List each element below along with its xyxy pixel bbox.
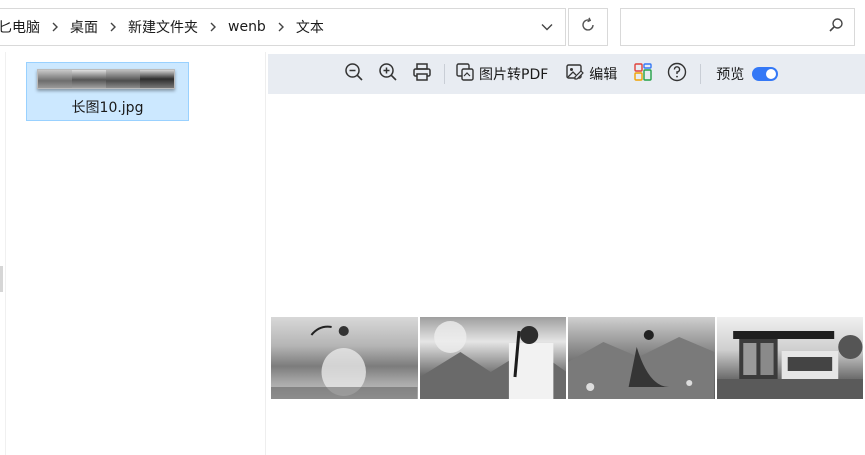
edit-button[interactable]: 编辑 (565, 60, 617, 88)
search-input[interactable] (627, 15, 817, 39)
chevron-right-icon[interactable] (107, 21, 119, 33)
help-icon (667, 62, 687, 86)
toolbar-divider (700, 64, 702, 84)
image-to-pdf-label: 图片转PDF (479, 67, 549, 83)
chevron-right-icon[interactable] (275, 21, 287, 33)
breadcrumb-item-new-folder[interactable]: 新建文件夹 (124, 17, 202, 37)
breadcrumb-item-this-pc[interactable]: 匕电脑 (0, 17, 44, 37)
help-button[interactable] (667, 60, 687, 88)
printer-icon (412, 62, 432, 86)
breadcrumb-item-wenb[interactable]: wenb (224, 19, 270, 35)
search-box[interactable] (620, 8, 855, 46)
file-item[interactable]: 长图10.jpg (26, 62, 189, 121)
file-thumbnail (37, 69, 175, 89)
preview-pane: 图片转PDF 编辑 预览 (268, 54, 865, 455)
preview-toggle[interactable]: 预览 (716, 60, 779, 88)
image-to-pdf-button[interactable]: 图片转PDF (455, 60, 548, 88)
file-name: 长图10.jpg (71, 100, 144, 116)
zoom-out-icon (344, 62, 364, 86)
apps-button[interactable] (633, 60, 653, 88)
preview-toolbar: 图片转PDF 编辑 预览 (268, 54, 865, 94)
chevron-down-icon (541, 20, 553, 35)
chevron-right-icon[interactable] (49, 21, 61, 33)
preview-image-panel (419, 317, 566, 399)
preview-label: 预览 (716, 67, 745, 83)
image-to-pdf-icon (455, 62, 475, 86)
preview-image-panel (568, 317, 715, 399)
chevron-right-icon[interactable] (207, 21, 219, 33)
address-dropdown-button[interactable] (529, 9, 565, 45)
toolbar-divider (444, 64, 445, 84)
scrollbar-handle[interactable] (0, 266, 3, 292)
preview-image-panel (716, 317, 863, 399)
image-preview (271, 317, 863, 399)
preview-image-panel (271, 317, 418, 399)
zoom-out-button[interactable] (344, 60, 364, 88)
refresh-button[interactable] (568, 8, 608, 46)
address-bar[interactable]: 匕电脑 桌面 新建文件夹 wenb 文本 (0, 8, 566, 46)
refresh-icon (580, 17, 596, 37)
preview-switch[interactable] (752, 67, 779, 81)
search-icon[interactable] (828, 17, 844, 37)
edit-image-icon (565, 62, 585, 86)
zoom-in-icon (378, 62, 398, 86)
breadcrumb: 匕电脑 桌面 新建文件夹 wenb 文本 (0, 9, 529, 45)
file-list-pane[interactable]: 长图10.jpg (0, 52, 266, 455)
apps-grid-icon (633, 62, 653, 86)
divider (5, 52, 6, 455)
breadcrumb-item-desktop[interactable]: 桌面 (66, 17, 102, 37)
edit-label: 编辑 (589, 67, 618, 83)
print-button[interactable] (412, 60, 432, 88)
breadcrumb-item-text[interactable]: 文本 (292, 17, 328, 37)
zoom-in-button[interactable] (378, 60, 398, 88)
